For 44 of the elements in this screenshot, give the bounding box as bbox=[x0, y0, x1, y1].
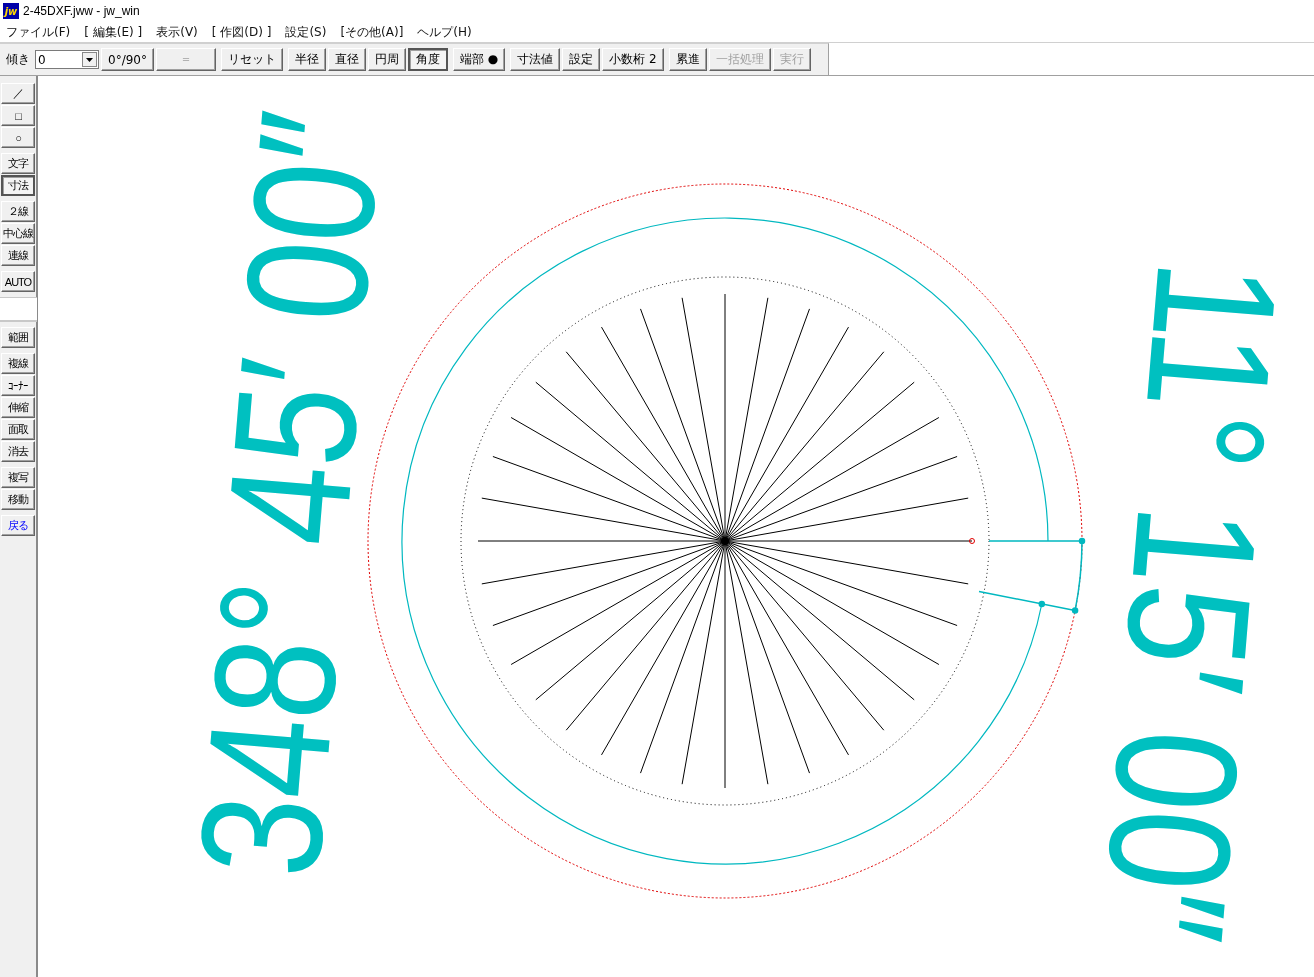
tool-button[interactable]: ／ bbox=[1, 83, 35, 104]
tool-button[interactable]: ｺｰﾅｰ bbox=[1, 375, 35, 396]
endpoint-marker bbox=[969, 538, 975, 544]
tool-button[interactable]: 伸縮 bbox=[1, 397, 35, 418]
toolbar-button[interactable]: 0°/90° bbox=[101, 48, 154, 71]
toolbar-button[interactable]: 端部 ● bbox=[452, 48, 506, 71]
toolbar-button[interactable]: 累進 bbox=[668, 48, 707, 71]
tool-button[interactable]: 戻る bbox=[1, 515, 35, 536]
tool-button[interactable]: 寸法 bbox=[1, 175, 35, 196]
tool-button[interactable]: 連線 bbox=[1, 245, 35, 266]
menu-item[interactable]: ヘルプ(H) bbox=[417, 23, 472, 41]
angle-dimension-text: 11° 15′ 00″ bbox=[1077, 255, 1305, 948]
tool-button[interactable]: 中心線 bbox=[1, 223, 35, 244]
tool-button[interactable]: 複線 bbox=[1, 353, 35, 374]
tool-button[interactable]: 移動 bbox=[1, 489, 35, 510]
app-logo: jw bbox=[3, 3, 19, 19]
menu-item[interactable]: [ 作図(D) ] bbox=[211, 23, 272, 41]
toolbar-button[interactable]: 円周 bbox=[367, 48, 406, 71]
toolbar-button[interactable]: 角度 bbox=[407, 48, 448, 71]
tool-button[interactable]: 面取 bbox=[1, 419, 35, 440]
angle-combo-field[interactable]: 0 bbox=[35, 50, 99, 69]
menu-item[interactable]: 表示(V) bbox=[156, 23, 198, 41]
tool-button[interactable]: 複写 bbox=[1, 467, 35, 488]
tool-button[interactable]: □ bbox=[1, 105, 35, 126]
menu-item[interactable]: 設定(S) bbox=[285, 23, 327, 41]
center-point bbox=[721, 537, 729, 545]
tool-button[interactable]: 文字 bbox=[1, 153, 35, 174]
toolbar-button[interactable]: 設定 bbox=[562, 48, 601, 71]
angle-dimension-text: 348° 45′ 00″ bbox=[172, 105, 407, 883]
tool-button[interactable]: AUTO bbox=[1, 271, 35, 292]
menu-item[interactable]: ファイル(F) bbox=[6, 23, 71, 41]
menu-item[interactable]: [その他(A)] bbox=[340, 23, 404, 41]
toolbar-button[interactable]: 小数桁 2 bbox=[602, 48, 664, 71]
menu-item[interactable]: [ 編集(E) ] bbox=[84, 23, 143, 41]
toolbar-button[interactable]: リセット bbox=[220, 48, 283, 71]
toolbar-button[interactable]: 直径 bbox=[327, 48, 366, 71]
tool-button[interactable]: 範囲 bbox=[1, 327, 35, 348]
field-label: 傾き bbox=[6, 51, 30, 68]
toolbar-button[interactable]: 寸法値 bbox=[510, 48, 561, 71]
window-title: 2-45DXF.jww - jw_win bbox=[23, 4, 140, 18]
tool-button[interactable]: ○ bbox=[1, 127, 35, 148]
tool-button[interactable]: ２線 bbox=[1, 201, 35, 222]
toolbar-button[interactable]: 半径 bbox=[287, 48, 326, 71]
tool-button[interactable]: 消去 bbox=[1, 441, 35, 462]
